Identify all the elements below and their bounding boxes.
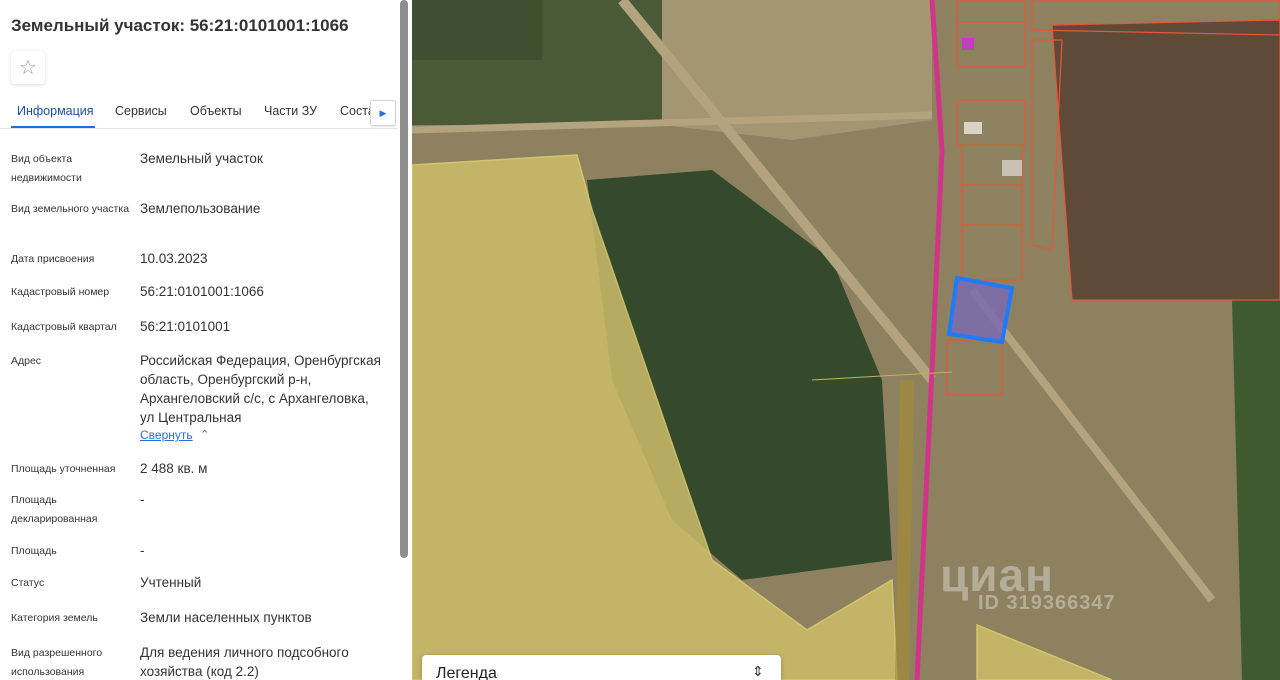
- field-value-parcel-type: Землепользование: [140, 201, 261, 216]
- field-label-object-type: Вид объекта недвижимости: [11, 153, 82, 184]
- page-title: Земельный участок: 56:21:0101001:1066: [11, 16, 349, 35]
- field-value-area: -: [140, 543, 145, 558]
- tab-land-parts[interactable]: Части ЗУ: [264, 104, 317, 118]
- satellite-map[interactable]: [412, 0, 1280, 680]
- field-value-object-type: Земельный участок: [140, 151, 263, 166]
- field-label-area: Площадь: [11, 545, 57, 557]
- field-value-address: Российская Федерация, Оренбургская облас…: [140, 353, 381, 425]
- favorite-button[interactable]: ☆: [11, 51, 45, 84]
- field-label-assign-date: Дата присвоения: [11, 253, 95, 265]
- field-value-permitted-use: Для ведения личного подсобного хозяйства…: [140, 645, 349, 679]
- map-view[interactable]: циан ID 319366347: [412, 0, 1280, 680]
- collapse-link[interactable]: Свернуть: [140, 428, 193, 442]
- field-label-land-category: Категория земель: [11, 612, 98, 624]
- selected-parcel[interactable]: [946, 275, 1015, 345]
- field-label-parcel-type: Вид земельного участка: [11, 203, 130, 215]
- star-icon: ☆: [19, 57, 37, 79]
- field-value-cadastral-number: 56:21:0101001:1066: [140, 284, 264, 299]
- tabs-scroll-right-button[interactable]: ▶: [370, 100, 396, 126]
- legend-panel[interactable]: Легенда ⇕: [422, 655, 781, 680]
- chevron-right-icon: ▶: [379, 107, 387, 118]
- field-label-permitted-use: Вид разрешенного использования: [11, 647, 103, 678]
- field-label-cadastral-quarter: Кадастровый квартал: [11, 321, 117, 333]
- field-value-assign-date: 10.03.2023: [140, 251, 208, 266]
- info-panel: Земельный участок: 56:21:0101001:1066 ☆ …: [0, 0, 410, 680]
- watermark-id: ID 319366347: [978, 592, 1116, 614]
- field-value-area-refined: 2 488 кв. м: [140, 461, 208, 476]
- field-label-area-declared: Площадь декларированная: [11, 494, 98, 525]
- active-tab-indicator: [11, 126, 95, 128]
- field-label-status: Статус: [11, 577, 45, 589]
- tab-services[interactable]: Сервисы: [115, 104, 167, 118]
- panel-scrollbar[interactable]: [400, 0, 408, 558]
- tab-information[interactable]: Информация: [17, 104, 94, 118]
- tab-objects[interactable]: Объекты: [190, 104, 242, 118]
- expand-collapse-icon[interactable]: ⇕: [752, 663, 764, 680]
- chevron-up-icon[interactable]: ⌃: [200, 428, 209, 441]
- field-label-address: Адрес: [11, 355, 42, 367]
- field-value-land-category: Земли населенных пунктов: [140, 610, 312, 625]
- field-label-cadastral-number: Кадастровый номер: [11, 286, 110, 298]
- tab-bar: Информация Сервисы Объекты Части ЗУ Сост…: [0, 94, 398, 129]
- field-label-area-refined: Площадь уточненная: [11, 463, 116, 475]
- field-value-cadastral-quarter: 56:21:0101001: [140, 319, 231, 334]
- legend-title: Легенда: [436, 665, 497, 680]
- field-value-area-declared: -: [140, 492, 145, 507]
- field-value-status: Учтенный: [140, 575, 202, 590]
